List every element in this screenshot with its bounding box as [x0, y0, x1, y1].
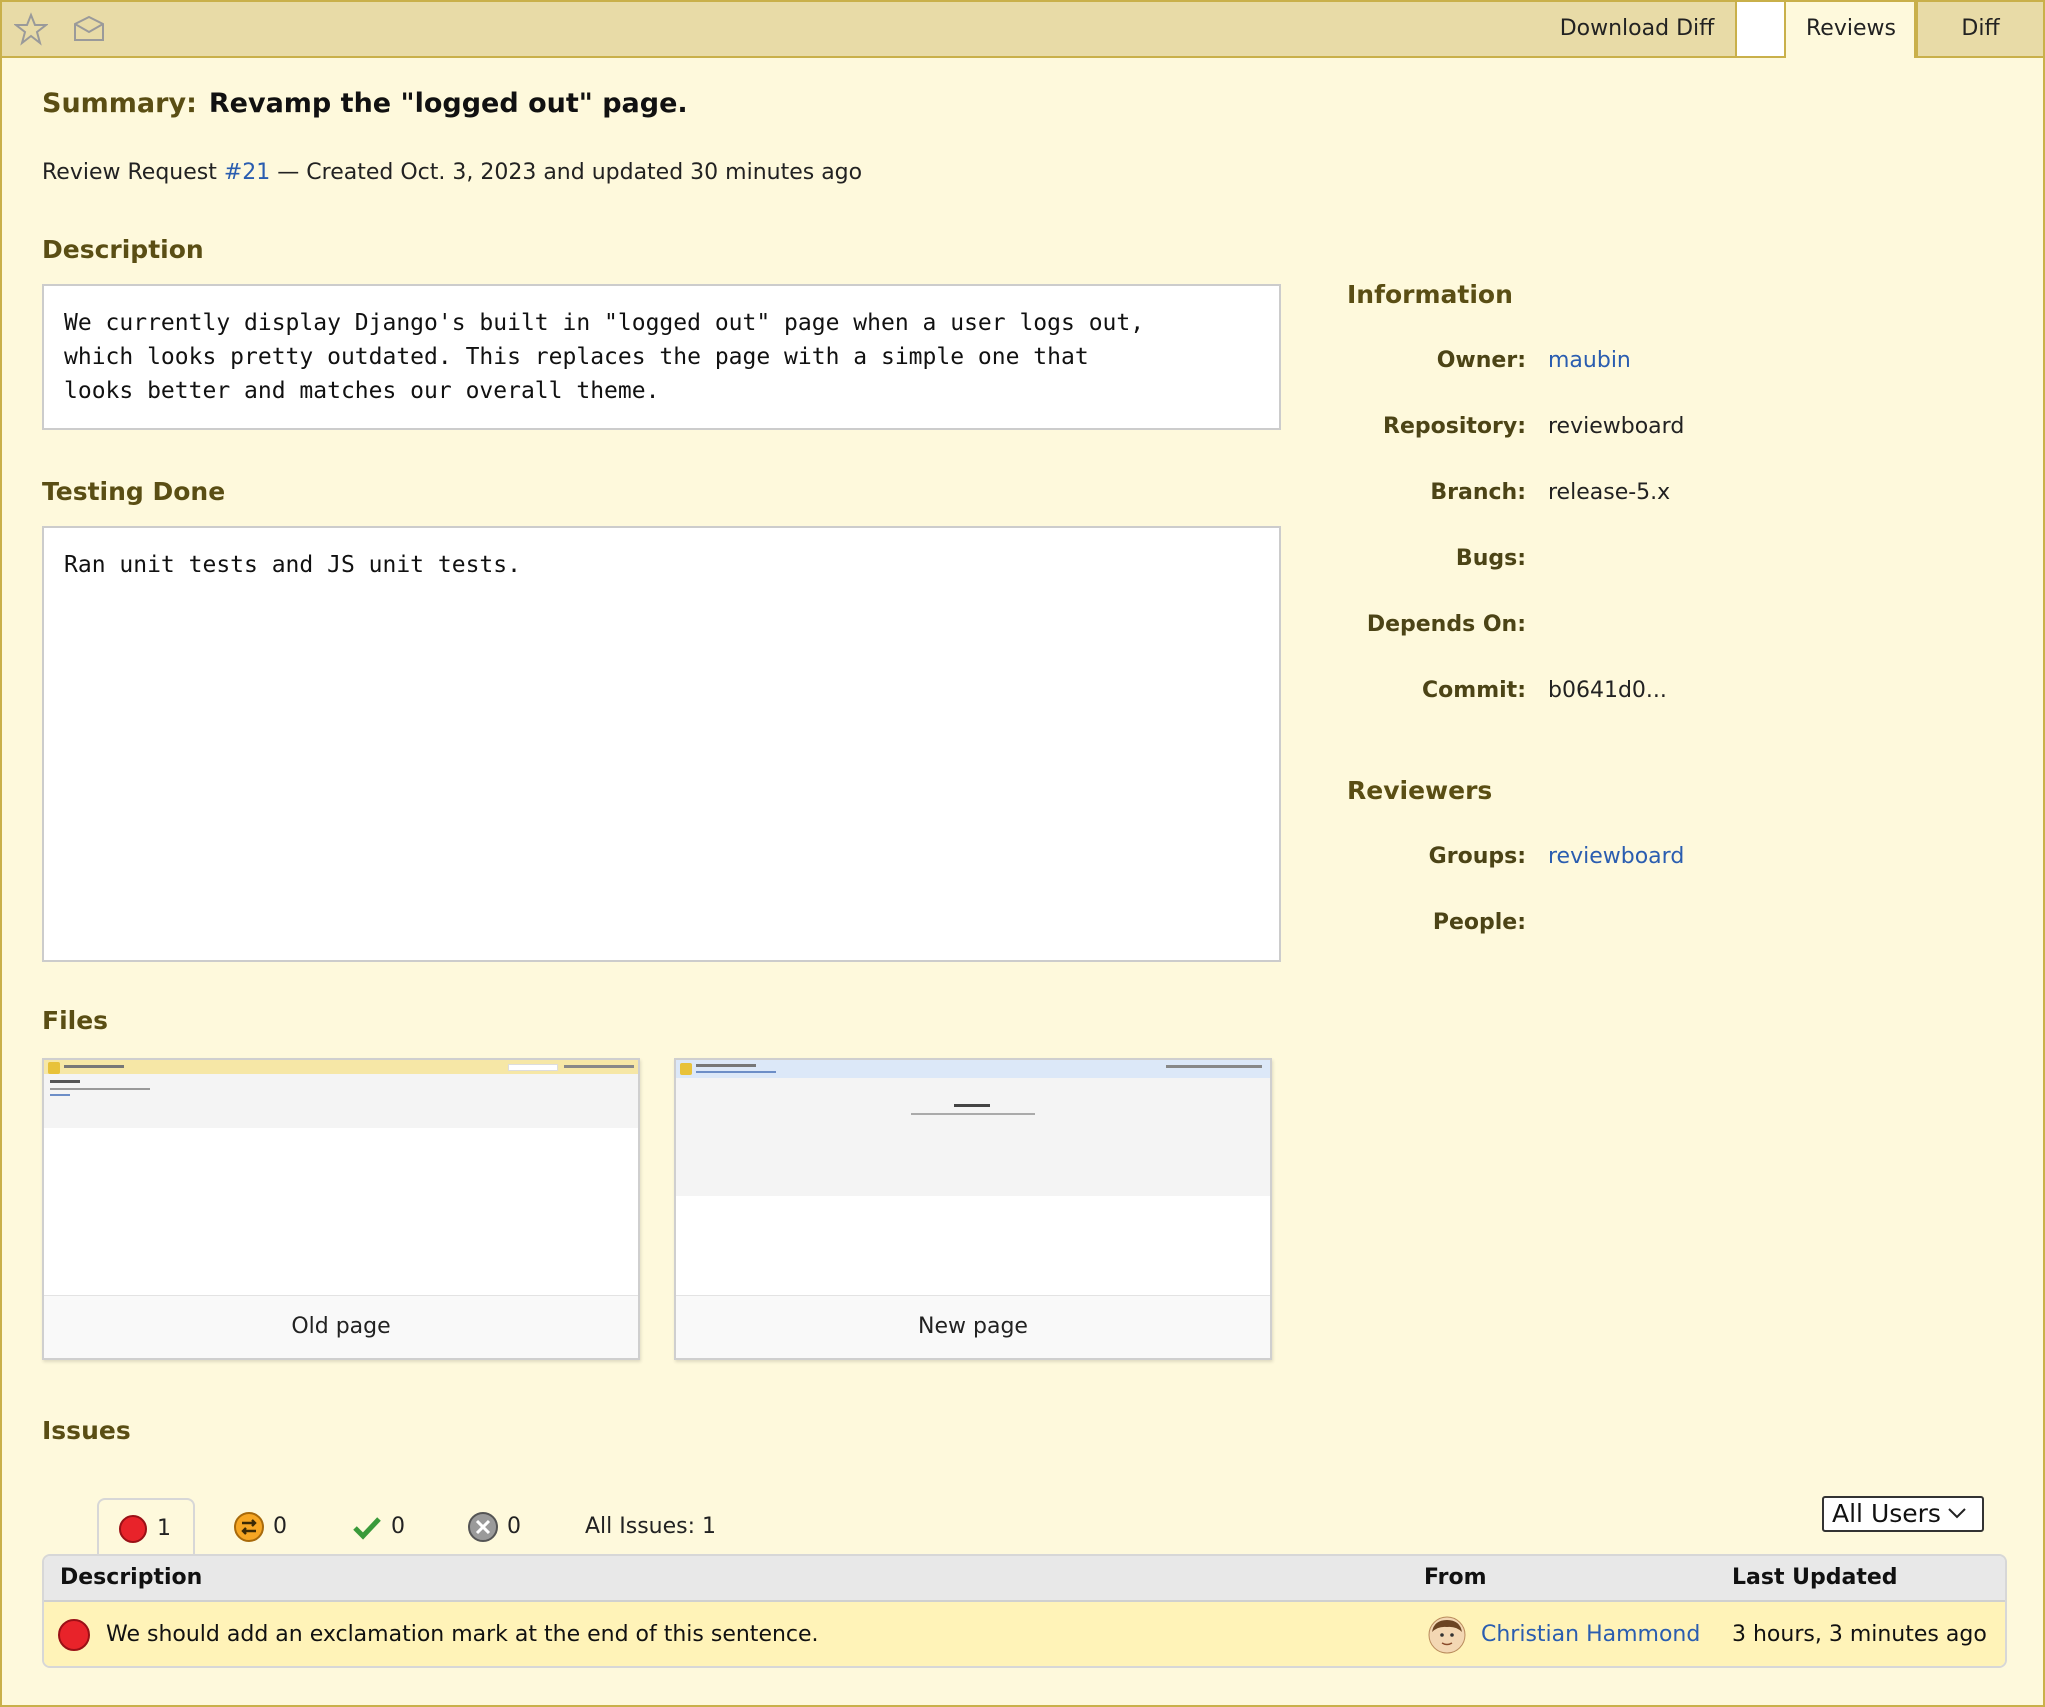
groups-row: Groups: reviewboard	[1292, 844, 1992, 884]
archive-icon[interactable]	[72, 12, 106, 46]
tab-separator	[1735, 2, 1784, 56]
bugs-label: Bugs:	[1455, 546, 1526, 571]
file-caption[interactable]: Old page	[44, 1295, 638, 1358]
chevron-down-icon	[1948, 1508, 1966, 1519]
meta-prefix: Review Request	[42, 160, 224, 185]
owner-label: Owner:	[1436, 348, 1526, 373]
summary-value[interactable]: Revamp the "logged out" page.	[209, 88, 688, 119]
dropped-issue-icon	[468, 1512, 498, 1542]
testing-done-heading: Testing Done	[42, 477, 226, 506]
depends-on-label: Depends On:	[1366, 612, 1526, 637]
commit-label: Commit:	[1422, 678, 1526, 703]
repository-row: Repository: reviewboard	[1292, 414, 1992, 454]
check-icon	[353, 1517, 381, 1540]
review-request-box: Download Diff Reviews Diff Summary: Revam…	[0, 0, 2045, 1707]
summary: Summary: Revamp the "logged out" page.	[42, 88, 688, 119]
tab-open-issues[interactable]: 1	[97, 1498, 195, 1558]
people-label: People:	[1432, 910, 1526, 935]
testing-done-field[interactable]: Ran unit tests and JS unit tests.	[42, 526, 1281, 962]
open-issue-icon	[119, 1515, 147, 1543]
branch-label: Branch:	[1430, 480, 1526, 505]
tab-resolved-issues[interactable]: 0	[351, 1498, 405, 1556]
commit-row: Commit: b0641d0...	[1292, 678, 1992, 718]
branch-row: Branch: release-5.x	[1292, 480, 1992, 520]
file-caption[interactable]: New page	[676, 1295, 1270, 1358]
description-field[interactable]: We currently display Django's built in "…	[42, 284, 1281, 430]
open-issue-icon	[58, 1619, 90, 1651]
groups-label: Groups:	[1428, 844, 1526, 869]
column-last-updated[interactable]: Last Updated	[1732, 1556, 1898, 1600]
owner-row: Owner: maubin	[1292, 348, 1992, 388]
tab-verifying-issues[interactable]: 0	[233, 1498, 287, 1556]
issue-description[interactable]: We should add an exclamation mark at the…	[106, 1602, 819, 1666]
meta-suffix: — Created Oct. 3, 2023 and updated 30 mi…	[270, 160, 863, 185]
issues-table: Description From Last Updated We should …	[42, 1554, 2007, 1668]
description-heading: Description	[42, 235, 204, 264]
bugs-row: Bugs:	[1292, 546, 1992, 586]
file-thumbnail[interactable]	[676, 1060, 1270, 1296]
review-request-id-link[interactable]: #21	[224, 160, 270, 185]
download-diff-button[interactable]: Download Diff	[1538, 2, 1736, 56]
review-request-actions-bar: Download Diff Reviews Diff	[2, 2, 2043, 58]
dropped-count: 0	[507, 1514, 521, 1539]
tab-diff[interactable]: Diff	[1916, 2, 2043, 56]
branch-value[interactable]: release-5.x	[1548, 480, 1670, 505]
tab-dropped-issues[interactable]: 0	[467, 1498, 521, 1556]
commit-value: b0641d0...	[1548, 678, 1667, 703]
select-value: All Users	[1832, 1499, 1941, 1528]
issue-author-link[interactable]: Christian Hammond	[1481, 1602, 1700, 1666]
owner-link[interactable]: maubin	[1548, 348, 1631, 373]
reviewers-heading: Reviewers	[1347, 776, 1493, 805]
open-count: 1	[157, 1516, 171, 1541]
resolved-count: 0	[391, 1514, 405, 1539]
issue-user-filter-select[interactable]: All Users	[1822, 1496, 1984, 1532]
avatar	[1428, 1616, 1466, 1666]
table-row[interactable]: We should add an exclamation mark at the…	[44, 1602, 2005, 1666]
column-description[interactable]: Description	[60, 1556, 202, 1600]
verifying-issue-icon	[234, 1512, 264, 1542]
issues-table-header: Description From Last Updated	[44, 1556, 2005, 1602]
file-attachment-old-page[interactable]: Old page	[42, 1058, 640, 1360]
file-attachment-new-page[interactable]: New page	[674, 1058, 1272, 1360]
information-heading: Information	[1347, 280, 1513, 309]
people-row: People:	[1292, 910, 1992, 950]
summary-label: Summary:	[42, 88, 197, 119]
issues-heading: Issues	[42, 1416, 131, 1445]
review-request-meta: Review Request #21 — Created Oct. 3, 202…	[42, 160, 862, 185]
verifying-count: 0	[273, 1514, 287, 1539]
depends-on-row: Depends On:	[1292, 612, 1992, 652]
repository-value: reviewboard	[1548, 414, 1685, 439]
issue-last-updated: 3 hours, 3 minutes ago	[1732, 1622, 1987, 1647]
column-from[interactable]: From	[1424, 1556, 1487, 1600]
tab-all-issues[interactable]: All Issues: 1	[585, 1498, 716, 1556]
repository-label: Repository:	[1383, 414, 1526, 439]
star-icon[interactable]	[14, 12, 48, 46]
tab-reviews[interactable]: Reviews	[1784, 2, 1916, 58]
groups-link[interactable]: reviewboard	[1548, 844, 1684, 869]
file-thumbnail[interactable]	[44, 1060, 638, 1296]
files-heading: Files	[42, 1006, 109, 1035]
